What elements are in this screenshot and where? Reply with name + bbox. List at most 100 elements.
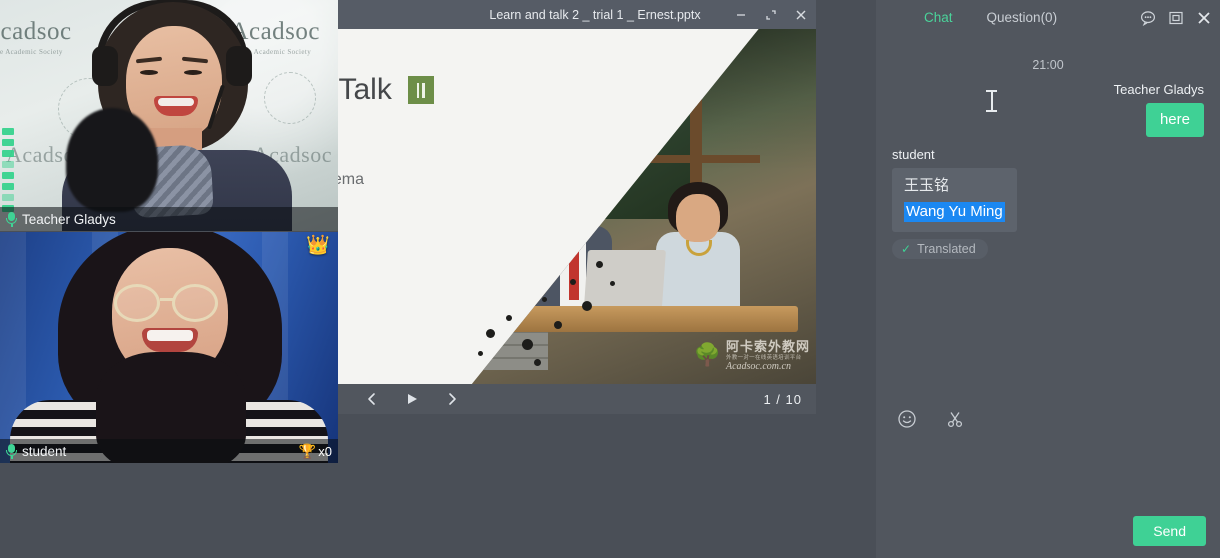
watermark-cn-sub: 外教一对一在线英语培训平台 bbox=[726, 356, 810, 362]
watermark-en: Acadsoc.com.cn bbox=[726, 362, 810, 373]
audio-level-meter bbox=[2, 128, 14, 216]
teacher-mouth bbox=[154, 96, 198, 116]
slide-splatter bbox=[478, 351, 483, 356]
chat-timestamp: 21:00 bbox=[892, 58, 1204, 72]
restore-window-icon[interactable] bbox=[1166, 8, 1186, 28]
play-button[interactable] bbox=[392, 384, 432, 414]
backdrop-decor-circle-2 bbox=[264, 72, 316, 124]
page-indicator: 1 / 10 bbox=[763, 392, 802, 407]
slide-title-text: d Talk bbox=[338, 73, 392, 107]
microphone-icon bbox=[6, 212, 17, 227]
student-glasses-left bbox=[114, 284, 160, 322]
slide-splatter bbox=[506, 315, 512, 321]
microphone-icon bbox=[6, 444, 17, 459]
message-original-text: 王玉铭 bbox=[904, 176, 1005, 196]
meter-bar bbox=[2, 161, 14, 168]
send-button-wrapper: Send bbox=[1133, 516, 1206, 546]
chat-toolbar bbox=[876, 406, 1220, 432]
student-glasses-bridge bbox=[160, 298, 174, 301]
message-bubble[interactable]: 王玉铭 Wang Yu Ming bbox=[892, 168, 1017, 232]
slide-splatter bbox=[486, 329, 495, 338]
scissors-icon[interactable] bbox=[942, 406, 968, 432]
watermark-cn: 阿卡索外教网 bbox=[726, 339, 810, 354]
meter-bar bbox=[2, 183, 14, 190]
slide-splatter bbox=[534, 359, 541, 366]
tree-icon: 🌳 bbox=[694, 344, 721, 366]
teacher-mic-foreground bbox=[66, 108, 158, 212]
slide-splatter bbox=[554, 321, 562, 329]
watermark-text: 阿卡索外教网 外教一对一在线英语培训平台 Acadsoc.com.cn bbox=[726, 339, 810, 372]
tab-question[interactable]: Question(0) bbox=[987, 10, 1058, 25]
close-button[interactable] bbox=[786, 0, 816, 29]
send-button[interactable]: Send bbox=[1133, 516, 1206, 546]
text-cursor-icon bbox=[986, 90, 997, 112]
student-video-feed: 👑 bbox=[0, 232, 338, 463]
video-tile-teacher[interactable]: Acadsoc Online Academic Society Acadsoc … bbox=[0, 0, 338, 231]
slide-splatter bbox=[610, 281, 615, 286]
close-icon[interactable] bbox=[1194, 8, 1214, 28]
teacher-video-feed: Acadsoc Online Academic Society Acadsoc … bbox=[0, 0, 338, 231]
meter-bar bbox=[2, 194, 14, 201]
next-slide-button[interactable] bbox=[432, 384, 472, 414]
teacher-earcup-left bbox=[92, 46, 118, 86]
teacher-eye-right bbox=[184, 70, 202, 75]
slide-title: d Talk bbox=[338, 73, 434, 107]
desktop-background bbox=[0, 463, 876, 558]
minimize-button[interactable] bbox=[726, 0, 756, 29]
student-glasses-right bbox=[172, 284, 218, 322]
meter-bar bbox=[2, 128, 14, 135]
meter-bar bbox=[2, 150, 14, 157]
slide-splatter bbox=[542, 297, 547, 302]
maximize-button[interactable] bbox=[756, 0, 786, 29]
chat-header-controls bbox=[1138, 8, 1214, 28]
meter-bar bbox=[2, 139, 14, 146]
trophy-counter: 🏆 x0 bbox=[299, 443, 332, 460]
presentation-window: Learn and talk 2 _ trial 1 _ Ernest.pptx bbox=[338, 0, 816, 414]
student-name-bar: student 🏆 x0 bbox=[0, 439, 338, 463]
backdrop-logo-left: Acadsoc Online Academic Society bbox=[0, 18, 72, 56]
slide-splatter bbox=[596, 261, 603, 268]
student-name-label: student bbox=[22, 444, 66, 459]
slide-canvas[interactable]: 🌳 阿卡索外教网 外教一对一在线英语培训平台 Acadsoc.com.cn bbox=[338, 29, 816, 384]
chat-bubble-icon[interactable] bbox=[1138, 8, 1158, 28]
slide-splatter bbox=[522, 339, 533, 350]
chat-panel: Chat Question(0) bbox=[876, 0, 1220, 558]
slide-splatter bbox=[582, 301, 592, 311]
photo-woman-head bbox=[676, 194, 720, 242]
slide-subtitle: nema bbox=[338, 171, 364, 189]
teacher-eye-left bbox=[140, 70, 158, 75]
chat-message-student: student 王玉铭 Wang Yu Ming ✓ Translated bbox=[892, 147, 1204, 259]
backdrop-logo-tagline: Online Academic Society bbox=[0, 48, 72, 56]
crown-icon: 👑 bbox=[306, 236, 330, 255]
slide-splatter bbox=[570, 279, 576, 285]
prev-slide-button[interactable] bbox=[352, 384, 392, 414]
trophy-icon: 🏆 bbox=[299, 443, 316, 460]
message-sender-label: student bbox=[892, 147, 1204, 162]
slide-watermark: 🌳 阿卡索外教网 外教一对一在线英语培训平台 Acadsoc.com.cn bbox=[694, 339, 810, 372]
chat-header: Chat Question(0) bbox=[876, 0, 1220, 38]
emoji-icon[interactable] bbox=[894, 406, 920, 432]
window-titlebar[interactable]: Learn and talk 2 _ trial 1 _ Ernest.pptx bbox=[338, 0, 816, 29]
student-mouth bbox=[142, 328, 198, 352]
pause-icon[interactable] bbox=[408, 76, 434, 104]
teacher-name-label: Teacher Gladys bbox=[22, 212, 116, 227]
photo-laptop bbox=[584, 250, 666, 306]
app-root: Acadsoc Online Academic Society Acadsoc … bbox=[0, 0, 1220, 558]
trophy-count-label: x0 bbox=[318, 444, 332, 459]
meter-bar bbox=[2, 172, 14, 179]
slide-controls: 1 / 10 bbox=[338, 384, 816, 414]
message-translated-text: Wang Yu Ming bbox=[904, 202, 1005, 222]
translated-badge-label: Translated bbox=[917, 242, 976, 256]
tab-chat[interactable]: Chat bbox=[924, 10, 953, 25]
check-icon: ✓ bbox=[901, 242, 911, 256]
teacher-name-bar: Teacher Gladys bbox=[0, 207, 338, 231]
message-sender-label: Teacher Gladys bbox=[892, 82, 1204, 97]
chat-input[interactable] bbox=[876, 434, 1220, 506]
backdrop-logo-text: Acadsoc bbox=[0, 18, 72, 45]
message-bubble[interactable]: here bbox=[1146, 103, 1204, 137]
translated-badge: ✓ Translated bbox=[892, 239, 988, 259]
window-controls bbox=[726, 0, 816, 29]
video-column: Acadsoc Online Academic Society Acadsoc … bbox=[0, 0, 338, 463]
teacher-earcup-right bbox=[226, 46, 252, 86]
video-tile-student[interactable]: 👑 student 🏆 x0 bbox=[0, 232, 338, 463]
